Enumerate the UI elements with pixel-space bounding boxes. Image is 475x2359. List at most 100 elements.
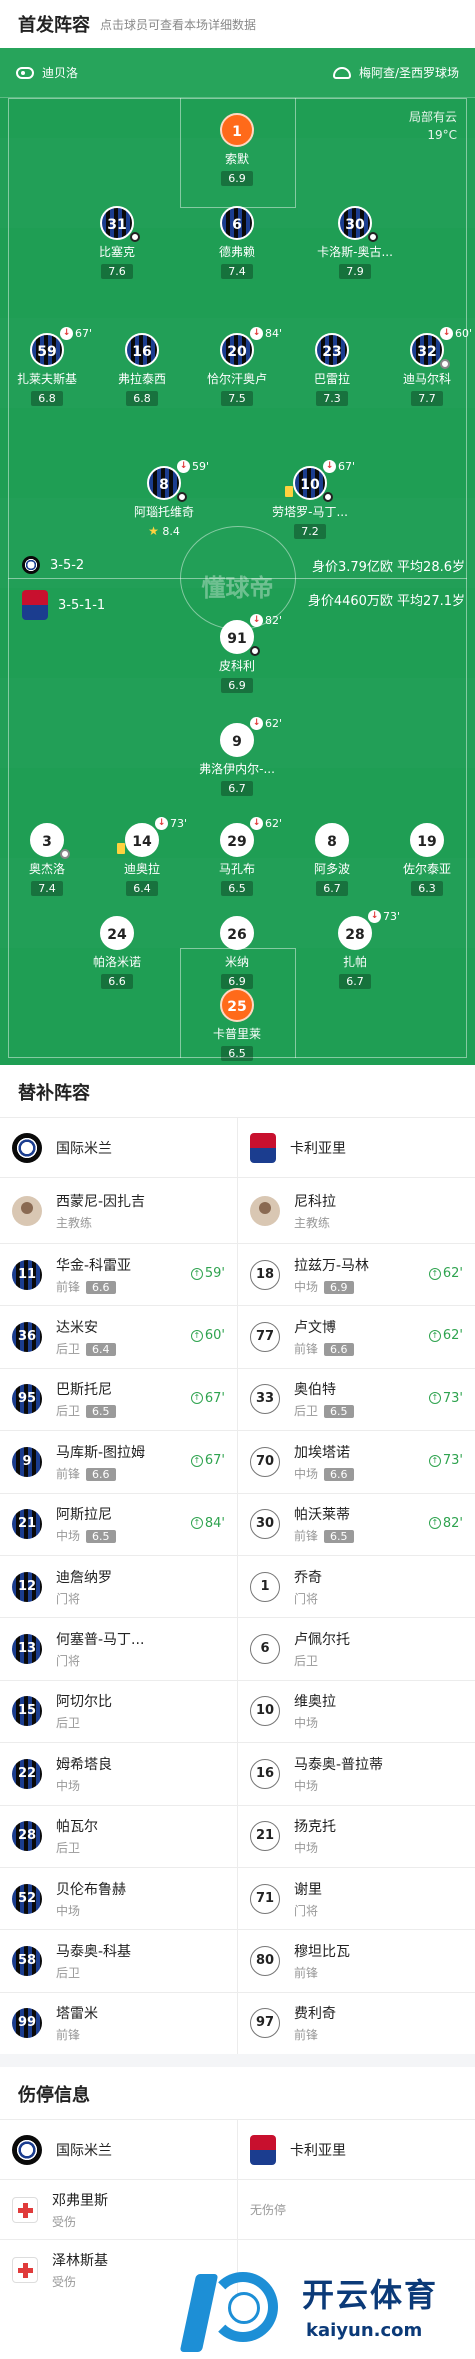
injured-player[interactable]: 邓弗里斯 受伤	[0, 2180, 237, 2239]
away-player-26[interactable]: 26 米纳 6.9	[189, 916, 285, 989]
sub-player-52[interactable]: 52 贝伦布鲁赫 中场	[0, 1868, 237, 1929]
home-player-30[interactable]: 30 卡洛斯-奥古... 7.9	[307, 206, 403, 279]
player-rating: 6.4	[126, 881, 158, 896]
sub-player-21[interactable]: 21 扬克托 中场	[237, 1805, 475, 1867]
away-player-19[interactable]: 19 佐尔泰亚 6.3	[379, 823, 475, 896]
jersey-number: 32	[410, 333, 444, 367]
sub-out-icon: ↓	[250, 327, 263, 340]
yellow-card-icon	[117, 843, 125, 854]
jersey-number: 6	[220, 206, 254, 240]
home-player-16[interactable]: 16 弗拉泰西 6.8	[94, 333, 190, 406]
home-player-31[interactable]: 31 比塞克 7.6	[69, 206, 165, 279]
jersey-number: 9	[12, 1446, 42, 1477]
substitution-badge: ↓ 62'	[250, 717, 282, 730]
sub-player-28[interactable]: 28 帕瓦尔 后卫	[0, 1806, 237, 1867]
sub-player-99[interactable]: 99 塔雷米 前锋	[0, 1993, 237, 2054]
sub-in-time: ↑ 73'	[428, 1391, 463, 1406]
away-player-14[interactable]: 14 ↓ 73' 迪奥拉 6.4	[94, 817, 190, 896]
home-player-1[interactable]: 1 索默 6.9	[189, 113, 285, 186]
sub-player-13[interactable]: 13 何塞普-马丁... 门将	[0, 1618, 237, 1679]
home-player-10[interactable]: 10 ↓ 67' 劳塔罗-马丁... 7.2	[262, 460, 358, 539]
home-player-32[interactable]: 32 ↓ 60' 迪马尔科 7.7	[379, 327, 475, 406]
away-coach[interactable]: 尼科拉 主教练	[237, 1178, 475, 1243]
jersey-number: 8	[315, 823, 349, 857]
player-rating: 7.6	[101, 264, 133, 279]
away-player-28[interactable]: 28 ↓ 73' 扎帕 6.7	[307, 910, 403, 989]
sub-player-95[interactable]: 95 巴斯托尼 后卫 6.5 ↑ 67'	[0, 1369, 237, 1430]
home-player-6[interactable]: 6 德弗赖 7.4	[189, 206, 285, 279]
sub-player-30[interactable]: 30 帕沃莱蒂 前锋 6.5 ↑ 82'	[237, 1493, 475, 1555]
away-player-29[interactable]: 29 ↓ 62' 马孔布 6.5	[189, 817, 285, 896]
sub-in-time: ↑ 82'	[428, 1516, 463, 1531]
sub-player-10[interactable]: 10 维奥拉 中场	[237, 1680, 475, 1743]
sub-player-6[interactable]: 6 卢佩尔托 后卫	[237, 1618, 475, 1680]
jersey-number: 25	[220, 988, 254, 1022]
no-injuries-text: 无伤停	[250, 2203, 287, 2217]
player-name: 巴雷拉	[313, 372, 350, 386]
sub-player-9[interactable]: 9 马库斯-图拉姆 前锋 6.6 ↑ 67'	[0, 1431, 237, 1492]
home-player-8[interactable]: 8 ↓ 59' 阿瑙托维奇 ★ 8.4	[116, 460, 212, 539]
sub-row: 15 阿切尔比 后卫 10 维奥拉 中场	[0, 1679, 475, 1743]
injuries-away-team[interactable]: 卡利亚里	[237, 2120, 475, 2179]
sub-player-77[interactable]: 77 卢文博 前锋 6.6 ↑ 62'	[237, 1306, 475, 1368]
subs-home-team[interactable]: 国际米兰	[0, 1118, 237, 1177]
sub-row: 28 帕瓦尔 后卫 21 扬克托 中场	[0, 1804, 475, 1867]
sub-player-15[interactable]: 15 阿切尔比 后卫	[0, 1681, 237, 1742]
jersey-number: 99	[12, 2008, 42, 2039]
away-player-8[interactable]: 8 阿多波 6.7	[284, 823, 380, 896]
sub-player-16[interactable]: 16 马泰奥-普拉蒂 中场	[237, 1743, 475, 1805]
away-player-24[interactable]: 24 帕洛米诺 6.6	[69, 916, 165, 989]
sub-player-33[interactable]: 33 奥伯特 后卫 6.5 ↑ 73'	[237, 1368, 475, 1431]
away-player-3[interactable]: 3 奥杰洛 7.4	[0, 823, 95, 896]
sub-player-97[interactable]: 97 费利奇 前锋	[237, 1992, 475, 2055]
away-team-name: 卡利亚里	[290, 1140, 346, 1157]
player-rating: 7.4	[31, 881, 63, 896]
injuries-home-team[interactable]: 国际米兰	[0, 2120, 237, 2179]
subs-team-row: 国际米兰 卡利亚里	[0, 1117, 475, 1177]
player-name: 扬克托	[294, 1819, 336, 1836]
injured-name: 泽林斯基	[52, 2252, 108, 2269]
pitch: 迪贝洛 梅阿查/圣西罗球场 局部有云 19°C 懂球帝 3-5-2 身价3.79…	[0, 48, 475, 1065]
sub-player-12[interactable]: 12 迪詹纳罗 门将	[0, 1556, 237, 1617]
substitution-badge: ↓ 84'	[250, 327, 282, 340]
subs-away-team[interactable]: 卡利亚里	[237, 1118, 475, 1177]
player-rating: 6.5	[221, 1046, 253, 1061]
player-name: 恰尔汗奥卢	[206, 372, 267, 386]
player-position: 后卫	[56, 1716, 81, 1731]
sub-minute: 62'	[265, 717, 283, 730]
sub-player-1[interactable]: 1 乔奇 门将	[237, 1555, 475, 1618]
weather-text: 局部有云	[408, 110, 457, 124]
away-player-91[interactable]: 91 ↓ 82' 皮科利 6.9	[189, 614, 285, 693]
home-player-59[interactable]: 59 ↓ 67' 扎莱夫斯基 6.8	[0, 327, 95, 406]
coach-avatar	[12, 1195, 42, 1226]
jersey-number: 91	[220, 620, 254, 654]
sub-player-11[interactable]: 11 华金-科雷亚 前锋 6.6 ↑ 59'	[0, 1244, 237, 1305]
sub-player-22[interactable]: 22 姆希塔良 中场	[0, 1743, 237, 1804]
sub-player-36[interactable]: 36 达米安 后卫 6.4 ↑ 60'	[0, 1306, 237, 1367]
goal-ball-icon	[368, 232, 378, 242]
sub-player-71[interactable]: 71 谢里 门将	[237, 1867, 475, 1930]
home-coach[interactable]: 西蒙尼-因扎吉 主教练	[0, 1178, 237, 1243]
player-rating: 6.3	[411, 881, 443, 896]
away-player-9[interactable]: 9 ↓ 62' 弗洛伊内尔-... 6.7	[189, 717, 285, 796]
home-player-20[interactable]: 20 ↓ 84' 恰尔汗奥卢 7.5	[189, 327, 285, 406]
sub-player-18[interactable]: 18 拉兹万-马林 中场 6.9 ↑ 62'	[237, 1244, 475, 1306]
jersey-number: 18	[250, 1259, 280, 1290]
sub-player-80[interactable]: 80 穆坦比瓦 前锋	[237, 1930, 475, 1992]
sub-out-icon: ↓	[155, 817, 168, 830]
referee-name: 迪贝洛	[42, 66, 79, 80]
sub-player-70[interactable]: 70 加埃塔诺 中场 6.6 ↑ 73'	[237, 1431, 475, 1493]
cagliari-logo-icon	[250, 2134, 276, 2165]
sub-in-icon: ↑	[428, 1329, 441, 1342]
home-player-23[interactable]: 23 巴雷拉 7.3	[284, 333, 380, 406]
away-player-25[interactable]: 25 卡普里莱 6.5	[189, 988, 285, 1061]
player-position: 中场	[56, 1529, 81, 1544]
sub-minute: 59'	[192, 460, 210, 473]
sub-in-icon: ↑	[428, 1517, 441, 1530]
sub-player-21[interactable]: 21 阿斯拉尼 中场 6.5 ↑ 84'	[0, 1494, 237, 1555]
sub-player-58[interactable]: 58 马泰奥-科基 后卫	[0, 1930, 237, 1991]
away-formation-text: 3-5-1-1	[58, 597, 106, 613]
jersey-number: 33	[250, 1384, 280, 1415]
player-position: 前锋	[294, 1529, 319, 1544]
sub-in-time: ↑ 59'	[190, 1266, 225, 1281]
